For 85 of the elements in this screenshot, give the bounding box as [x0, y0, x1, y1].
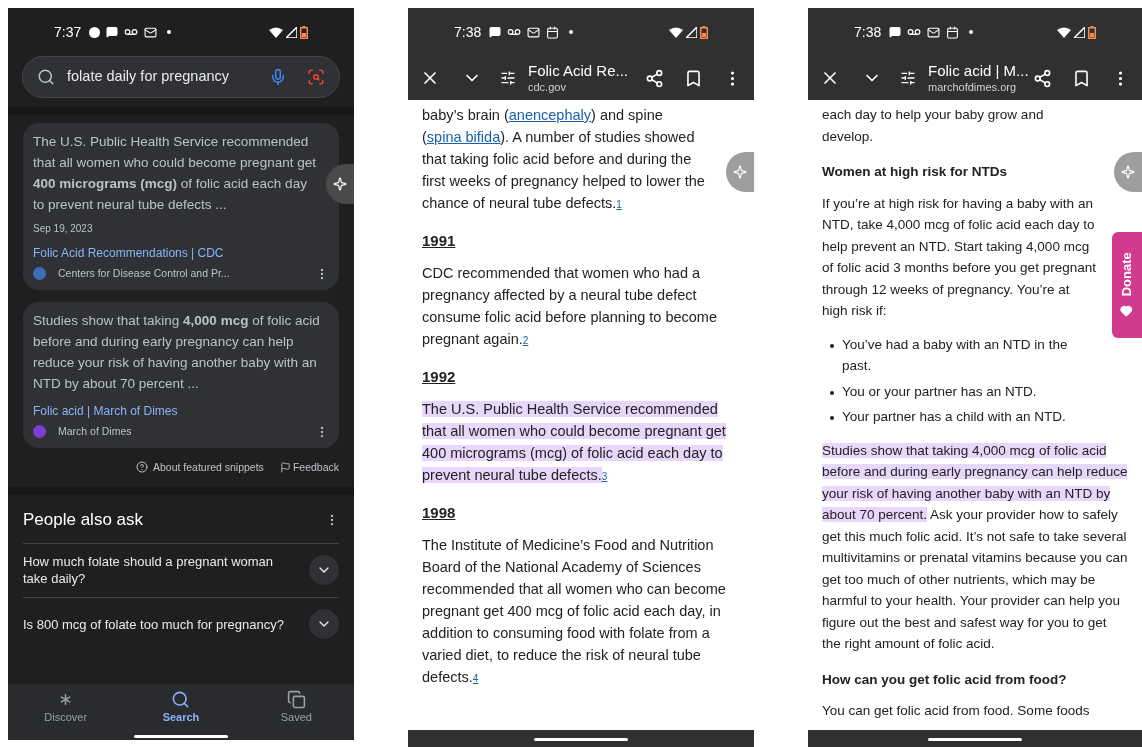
- body-paragraph: each day to help your baby grow and develop.: [822, 106, 1045, 146]
- battery-icon: [700, 25, 708, 39]
- message-icon: [889, 26, 902, 38]
- heart-icon: [1120, 304, 1134, 318]
- result-title-link[interactable]: Folic acid | March of Dimes: [33, 401, 329, 420]
- section-heading: How can you get folic acid from food?: [822, 670, 1067, 689]
- battery-icon: [300, 25, 308, 39]
- battery-icon: [1088, 25, 1096, 39]
- page-domain: marchofdimes.org: [928, 80, 1018, 95]
- footnote-link[interactable]: 1: [616, 199, 622, 210]
- calendar-icon: [546, 25, 560, 39]
- list-item: You’ve had a baby with an NTD in the past.: [842, 335, 1069, 375]
- footnote-link[interactable]: 2: [522, 335, 529, 346]
- inline-link[interactable]: spina bifida: [426, 129, 501, 145]
- mail-icon: [527, 25, 541, 39]
- body-paragraph: CDC recommended that women who had a pregnancy affected by a neural tube defect consume folic acid before planning to become pregnant again.2: [422, 264, 718, 349]
- site-favicon-icon: [33, 425, 46, 439]
- source-name: March of Dimes: [58, 423, 132, 439]
- inline-link[interactable]: anencephaly: [508, 107, 592, 123]
- year-heading: 1992: [422, 367, 456, 387]
- site-favicon-icon: [33, 267, 46, 281]
- bookmark-icon[interactable]: [684, 68, 703, 88]
- bullet-icon: [830, 343, 834, 348]
- search-icon: [171, 690, 191, 709]
- body-paragraph: If you’re at high risk for having a baby with an NTD, take 4,000 mcg of folic acid each day to help prevent an NTD. Start taking 4,000 mcg of folic acid 3 months before you get pregnant through 12 weeks of pregnancy. You’re at high risk if:: [822, 194, 1097, 320]
- status-time: 7:38: [854, 22, 882, 42]
- status-time: 7:37: [54, 22, 82, 42]
- body-paragraph: You can get folic acid from food. Some foods: [822, 702, 1091, 720]
- list-item: You or your partner has an NTD.: [842, 382, 1037, 401]
- feedback-flag-icon[interactable]: [279, 461, 291, 473]
- page-title: Folic acid | M...: [928, 61, 1029, 81]
- message-icon: [489, 26, 502, 38]
- wifi-icon: [669, 26, 683, 38]
- bookmark-icon[interactable]: [1072, 68, 1091, 88]
- wifi-icon: [269, 26, 283, 38]
- footnote-link[interactable]: 3: [601, 471, 608, 482]
- source-name: Centers for Disease Control and Pr...: [58, 266, 230, 281]
- expand-toggle[interactable]: [309, 609, 339, 640]
- bookmarks-icon: [286, 690, 306, 709]
- page-domain: cdc.gov: [528, 80, 567, 95]
- signal-icon: [1074, 26, 1085, 38]
- nav-tab[interactable]: Saved: [238, 690, 354, 726]
- list-item: Your partner has a child with an NTD.: [842, 408, 1066, 426]
- year-heading: 1998: [422, 503, 456, 523]
- search-field[interactable]: folate daily for pregnancy: [22, 56, 340, 98]
- bullet-icon: [830, 390, 834, 395]
- share-icon[interactable]: [645, 68, 664, 88]
- signal-icon: [286, 26, 297, 38]
- snippet-text: The U.S. Public Health Service recommended that all women who could become pregnant get 400 micrograms (mcg) of folic acid each day to prevent neural tube defects ...: [33, 133, 317, 214]
- site-settings-icon[interactable]: [500, 70, 516, 86]
- nav-tab[interactable]: Discover: [8, 690, 124, 726]
- body-paragraph: baby’s brain (anencephaly) and spine (spina bifida). A number of studies showed that taking folic acid before and during the first weeks of pregnancy helped to lower the chance of neural tube defects.1: [422, 106, 706, 213]
- snippet-date: Sep 19, 2023: [33, 222, 94, 236]
- camera-lens-icon[interactable]: [307, 68, 325, 86]
- question-text[interactable]: How much folate should a pregnant woman take daily?: [23, 553, 309, 588]
- donate-button[interactable]: Donate: [1112, 232, 1142, 338]
- section-title: People also ask: [23, 509, 144, 532]
- body-paragraph: The Institute of Medicine’s Food and Nutrition Board of the National Academy of Sciences recommended that all women who can become pregnant get 400 mcg of folic acid each day, in addition to consuming food with folate from a varied diet, to reduce the risk of neural tube defects.4: [422, 536, 727, 687]
- page-title: Folic Acid Re...: [528, 61, 629, 81]
- feedback-link[interactable]: Feedback: [292, 459, 339, 476]
- body-paragraph: The U.S. Public Health Service recommended that all women who could become pregnant get 400 micrograms (mcg) of folic acid each day to prevent neural tube defects.3: [422, 400, 727, 485]
- expand-toggle[interactable]: [309, 555, 339, 586]
- status-time: 7:38: [454, 22, 482, 42]
- calendar-icon: [946, 25, 960, 39]
- section-heading: Women at high risk for NTDs: [822, 163, 1008, 181]
- question-text[interactable]: Is 800 mcg of folate too much for pregnancy?: [23, 615, 304, 633]
- result-title-link[interactable]: Folic Acid Recommendations | CDC: [33, 244, 329, 262]
- signal-icon: [686, 26, 697, 38]
- about-snippets-link[interactable]: About featured snippets: [152, 459, 264, 476]
- microphone-icon[interactable]: [269, 68, 287, 86]
- body-paragraph: Studies show that taking 4,000 mcg of folic acid before and during early pregnancy can help reduce your risk of having another baby with an NTD by about 70 percent. Ask your provider how to safely get this much folic acid. It’s not safe to take several multivitamins or prenatal vitamins because you can get too much of other nutrients, which may be harmful to your health. Your provider can help you figure out the best and safest way for you to get the right amount of folic acid.: [822, 441, 1128, 653]
- search-query-text: folate daily for pregnancy: [67, 67, 229, 87]
- bullet-icon: [830, 416, 834, 420]
- mail-icon: [144, 25, 158, 39]
- share-icon[interactable]: [1033, 68, 1052, 88]
- year-heading: 1991: [422, 231, 456, 251]
- search-icon: [37, 68, 55, 86]
- snippet-text: Studies show that taking 4,000 mcg of folic acid before and during early pregnancy can help reduce your risk of having another baby with an NTD by about 70 percent ...: [33, 311, 321, 393]
- nav-tab[interactable]: Search: [123, 690, 239, 726]
- footnote-link[interactable]: 4: [472, 673, 479, 684]
- message-icon: [106, 26, 119, 38]
- mail-icon: [927, 25, 941, 39]
- site-settings-icon[interactable]: [900, 70, 916, 86]
- help-icon[interactable]: [135, 461, 148, 474]
- wifi-icon: [1057, 26, 1071, 38]
